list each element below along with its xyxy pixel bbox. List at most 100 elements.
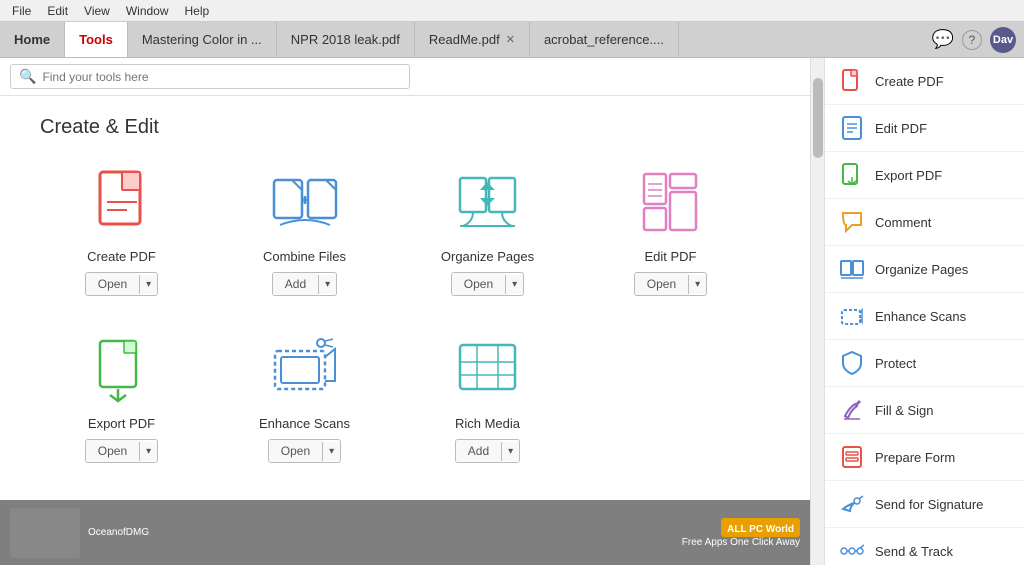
enhance-scans-label: Enhance Scans (259, 416, 350, 431)
right-panel: Create PDF Edit PDF Export (824, 58, 1024, 565)
tab-home[interactable]: Home (0, 22, 65, 57)
enhance-scans-btn-row: Open ▾ (268, 439, 341, 463)
rp-prepare-form[interactable]: Prepare Form (825, 434, 1024, 481)
edit-pdf-btn[interactable]: Open ▾ (634, 272, 707, 296)
menu-file[interactable]: File (4, 4, 39, 18)
organize-pages-btn[interactable]: Open ▾ (451, 272, 524, 296)
edit-pdf-label: Edit PDF (644, 249, 696, 264)
watermark-badge: ALL PC World (721, 518, 800, 537)
rp-create-pdf-label: Create PDF (875, 74, 944, 89)
rich-media-icon (453, 336, 523, 406)
rp-send-track-label: Send & Track (875, 544, 953, 559)
rp-send-track-icon (839, 538, 865, 564)
rp-export-pdf-label: Export PDF (875, 168, 942, 183)
avatar[interactable]: Dav (990, 27, 1016, 53)
combine-files-btn-row: Add ▾ (272, 272, 337, 296)
tab-npr[interactable]: NPR 2018 leak.pdf (277, 22, 415, 57)
watermark-left-text: OceanofDMG (88, 527, 149, 538)
tool-card-organize-pages: Organize Pages Open ▾ (400, 153, 575, 310)
organize-pages-btn-row: Open ▾ (451, 272, 524, 296)
search-box[interactable]: 🔍 (10, 64, 410, 89)
rp-prepare-form-label: Prepare Form (875, 450, 955, 465)
rp-edit-pdf-label: Edit PDF (875, 121, 927, 136)
scrollbar[interactable] (810, 58, 824, 565)
help-icon[interactable]: ? (962, 30, 982, 50)
organize-pages-label: Organize Pages (441, 249, 534, 264)
rp-send-track[interactable]: Send & Track (825, 528, 1024, 565)
create-pdf-btn[interactable]: Open ▾ (85, 272, 158, 296)
rp-organize-pages[interactable]: Organize Pages (825, 246, 1024, 293)
rp-protect-icon (839, 350, 865, 376)
export-pdf-btn-row: Open ▾ (85, 439, 158, 463)
chat-icon[interactable]: 💬 (932, 29, 954, 50)
rp-enhance-scans[interactable]: Enhance Scans (825, 293, 1024, 340)
watermark-right: ALL PC World Free Apps One Click Away (682, 518, 800, 548)
enhance-scans-icon (270, 336, 340, 406)
create-pdf-btn-row: Open ▾ (85, 272, 158, 296)
rp-fill-sign[interactable]: Fill & Sign (825, 387, 1024, 434)
tools-grid: Create PDF Open ▾ (0, 153, 810, 487)
rich-media-btn-row: Add ▾ (455, 439, 520, 463)
rp-export-pdf-icon (839, 162, 865, 188)
export-pdf-btn[interactable]: Open ▾ (85, 439, 158, 463)
create-pdf-icon (87, 169, 157, 239)
rp-organize-pages-label: Organize Pages (875, 262, 968, 277)
rp-export-pdf[interactable]: Export PDF (825, 152, 1024, 199)
tab-readme-close[interactable]: ✕ (506, 33, 515, 46)
menu-window[interactable]: Window (118, 4, 177, 18)
tab-tools[interactable]: Tools (65, 22, 128, 57)
tool-card-enhance-scans: Enhance Scans Open ▾ (217, 320, 392, 477)
combine-files-btn[interactable]: Add ▾ (272, 272, 337, 296)
watermark-badge-text: ALL PC World (727, 524, 794, 535)
tool-card-combine-files: Combine Files Add ▾ (217, 153, 392, 310)
rp-comment-label: Comment (875, 215, 931, 230)
toolbar-row: 🔍 (0, 58, 810, 96)
menu-help[interactable]: Help (177, 4, 218, 18)
watermark-left: OceanofDMG (10, 508, 149, 558)
rp-edit-pdf-icon (839, 115, 865, 141)
tool-card-export-pdf: Export PDF Open ▾ (34, 320, 209, 477)
menu-edit[interactable]: Edit (39, 4, 76, 18)
main-layout: 🔍 Create & Edit (0, 58, 1024, 565)
export-pdf-icon (87, 336, 157, 406)
tab-right-icons: 💬 ? Dav (924, 22, 1024, 57)
content-area: 🔍 Create & Edit (0, 58, 810, 565)
rp-edit-pdf[interactable]: Edit PDF (825, 105, 1024, 152)
tab-readme[interactable]: ReadMe.pdf ✕ (415, 22, 530, 57)
rp-prepare-form-icon (839, 444, 865, 470)
rp-enhance-scans-icon (839, 303, 865, 329)
section-heading: Create & Edit (0, 96, 810, 153)
edit-pdf-btn-row: Open ▾ (634, 272, 707, 296)
combine-files-label: Combine Files (263, 249, 346, 264)
tab-bar: Home Tools Mastering Color in ... NPR 20… (0, 22, 1024, 58)
tool-card-rich-media: Rich Media Add ▾ (400, 320, 575, 477)
rp-create-pdf[interactable]: Create PDF (825, 58, 1024, 105)
tab-acrobat[interactable]: acrobat_reference.... (530, 22, 679, 57)
export-pdf-label: Export PDF (88, 416, 155, 431)
rp-comment-icon (839, 209, 865, 235)
menu-view[interactable]: View (76, 4, 118, 18)
search-icon: 🔍 (19, 68, 36, 85)
rp-enhance-scans-label: Enhance Scans (875, 309, 966, 324)
rp-fill-sign-label: Fill & Sign (875, 403, 934, 418)
watermark-overlay: OceanofDMG ALL PC World Free Apps One Cl… (0, 500, 810, 565)
search-input[interactable] (42, 70, 401, 84)
combine-files-icon (270, 169, 340, 239)
rp-send-for-signature[interactable]: Send for Signature (825, 481, 1024, 528)
rp-protect[interactable]: Protect (825, 340, 1024, 387)
rp-fill-sign-icon (839, 397, 865, 423)
rich-media-btn[interactable]: Add ▾ (455, 439, 520, 463)
rp-protect-label: Protect (875, 356, 916, 371)
enhance-scans-btn[interactable]: Open ▾ (268, 439, 341, 463)
watermark-thumb (10, 508, 80, 558)
tool-card-edit-pdf: Edit PDF Open ▾ (583, 153, 758, 310)
scroll-thumb[interactable] (813, 78, 823, 158)
rich-media-label: Rich Media (455, 416, 520, 431)
edit-pdf-icon (636, 169, 706, 239)
organize-pages-icon (453, 169, 523, 239)
tab-mastering[interactable]: Mastering Color in ... (128, 22, 277, 57)
rp-organize-pages-icon (839, 256, 865, 282)
menu-bar: File Edit View Window Help (0, 0, 1024, 22)
rp-comment[interactable]: Comment (825, 199, 1024, 246)
watermark-subtext: Free Apps One Click Away (682, 537, 800, 548)
